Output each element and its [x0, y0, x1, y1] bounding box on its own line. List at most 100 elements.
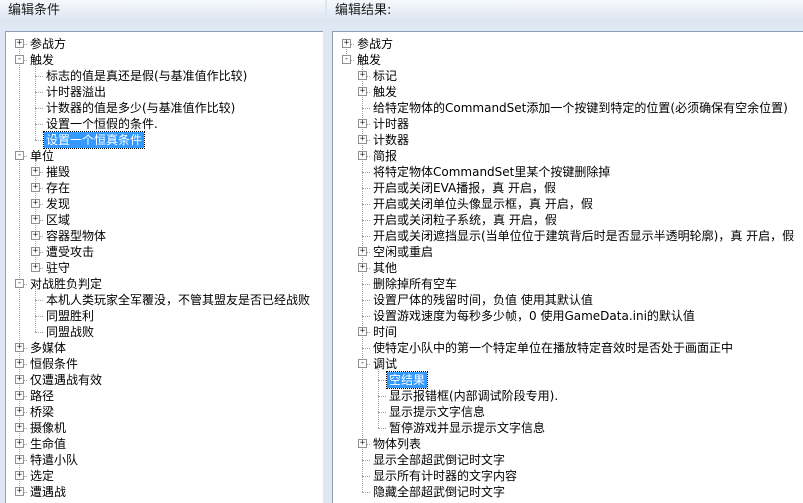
- tree-node[interactable]: + 参战方: [333, 36, 803, 52]
- expand-icon[interactable]: +: [358, 71, 367, 80]
- tree-node[interactable]: + 标记: [333, 68, 803, 84]
- tree-item-label[interactable]: 同盟胜利: [44, 308, 96, 324]
- tree-item[interactable]: 设置一个恒假的条件.: [6, 116, 323, 132]
- expand-icon[interactable]: +: [358, 87, 367, 96]
- collapse-icon[interactable]: -: [358, 359, 367, 368]
- expand-icon[interactable]: +: [15, 359, 24, 368]
- tree-item-label[interactable]: 隐藏全部超武倒记时文字: [371, 484, 507, 500]
- tree-item[interactable]: 显示全部超武倒记时文字: [333, 452, 803, 468]
- tree-node[interactable]: + 多媒体: [6, 340, 323, 356]
- tree-item-label[interactable]: 显示提示文字信息: [387, 404, 487, 420]
- tree-item[interactable]: 删除掉所有空车: [333, 276, 803, 292]
- expand-icon[interactable]: +: [31, 167, 40, 176]
- tree-item-label[interactable]: 空闲或重启: [371, 244, 435, 260]
- tree-item-label[interactable]: 多媒体: [28, 340, 68, 356]
- tree-node[interactable]: + 存在: [6, 180, 323, 196]
- tree-item[interactable]: 开启或关闭粒子系统，真 开启，假: [333, 212, 803, 228]
- tree-node[interactable]: + 触发: [333, 84, 803, 100]
- collapse-icon[interactable]: -: [342, 55, 351, 64]
- tree-item-label[interactable]: 参战方: [28, 36, 68, 52]
- expand-icon[interactable]: +: [31, 263, 40, 272]
- tree-item-label[interactable]: 驻守: [44, 260, 72, 276]
- tree-node[interactable]: + 计数器: [333, 132, 803, 148]
- tree-item-label[interactable]: 摄像机: [28, 420, 68, 436]
- tree-item-label[interactable]: 空结果: [385, 371, 429, 389]
- tree-item[interactable]: 开启或关闭遮挡显示(当单位位于建筑背后时是否显示半透明轮廓)，真 开启，假: [333, 228, 803, 244]
- expand-icon[interactable]: +: [15, 375, 24, 384]
- tree-item[interactable]: 显示所有计时器的文字内容: [333, 468, 803, 484]
- tree-item-label[interactable]: 调试: [371, 356, 399, 372]
- tree-node[interactable]: + 区域: [6, 212, 323, 228]
- expand-icon[interactable]: +: [15, 455, 24, 464]
- tree-item-label[interactable]: 恒假条件: [28, 356, 80, 372]
- tree-item-label[interactable]: 发现: [44, 196, 72, 212]
- tree-item-label[interactable]: 同盟战败: [44, 324, 96, 340]
- tree-item-label[interactable]: 参战方: [355, 36, 395, 52]
- tree-item[interactable]: 设置尸体的残留时间，负值 使用其默认值: [333, 292, 803, 308]
- tree-item-label[interactable]: 摧毁: [44, 164, 72, 180]
- tree-node[interactable]: + 计时器: [333, 116, 803, 132]
- expand-icon[interactable]: +: [358, 327, 367, 336]
- tree-item-label[interactable]: 给特定物体的CommandSet添加一个按键到特定的位置(必须确保有空余位置): [371, 100, 790, 116]
- tree-item-label[interactable]: 开启或关闭遮挡显示(当单位位于建筑背后时是否显示半透明轮廓)，真 开启，假: [371, 228, 796, 244]
- tree-item-label[interactable]: 对战胜负判定: [28, 276, 104, 292]
- tree-item-label[interactable]: 显示全部超武倒记时文字: [371, 452, 507, 468]
- results-tree[interactable]: + 参战方 - 触发 + 标记 + 触发 给特定物体的CommandSet添加一个按键到特定的位…: [332, 31, 803, 503]
- tree-item-label[interactable]: 使特定小队中的第一个特定单位在播放特定音效时是否处于画面正中: [371, 340, 735, 356]
- expand-icon[interactable]: +: [358, 263, 367, 272]
- tree-item-label[interactable]: 开启或关闭EVA播报，真 开启，假: [371, 180, 558, 196]
- tree-item-label[interactable]: 标记: [371, 68, 399, 84]
- tree-item-label[interactable]: 设置一个恒真条件: [42, 131, 146, 149]
- tree-item[interactable]: 设置游戏速度为每秒多少帧，0 使用GameData.ini的默认值: [333, 308, 803, 324]
- tree-item-label[interactable]: 时间: [371, 324, 399, 340]
- tree-node[interactable]: + 恒假条件: [6, 356, 323, 372]
- expand-icon[interactable]: +: [358, 247, 367, 256]
- tree-item-label[interactable]: 遭受攻击: [44, 244, 96, 260]
- collapse-icon[interactable]: -: [15, 279, 24, 288]
- tree-node[interactable]: + 选定: [6, 468, 323, 484]
- tree-item-label[interactable]: 计数器: [371, 132, 411, 148]
- tree-item-label[interactable]: 容器型物体: [44, 228, 108, 244]
- tree-item[interactable]: 将特定物体CommandSet里某个按键删除掉: [333, 164, 803, 180]
- tree-item-label[interactable]: 遭遇战: [28, 484, 68, 500]
- tree-item-label[interactable]: 标志的值是真还是假(与基准值作比较): [44, 68, 249, 84]
- tree-item[interactable]: 计数器的值是多少(与基准值作比较): [6, 100, 323, 116]
- tree-item[interactable]: 同盟战败: [6, 324, 323, 340]
- expand-icon[interactable]: +: [358, 135, 367, 144]
- tree-node[interactable]: - 调试: [333, 356, 803, 372]
- tree-item[interactable]: 暂停游戏并显示提示文字信息: [333, 420, 803, 436]
- conditions-tree[interactable]: + 参战方 - 触发 标志的值是真还是假(与基准值作比较) 计时器溢出 计数器的值是多少(与…: [5, 31, 323, 503]
- expand-icon[interactable]: +: [31, 231, 40, 240]
- expand-icon[interactable]: +: [15, 487, 24, 496]
- tree-item[interactable]: 显示提示文字信息: [333, 404, 803, 420]
- tree-item-label[interactable]: 区域: [44, 212, 72, 228]
- tree-item-label[interactable]: 单位: [28, 148, 56, 164]
- tree-item[interactable]: 同盟胜利: [6, 308, 323, 324]
- tree-item[interactable]: 使特定小队中的第一个特定单位在播放特定音效时是否处于画面正中: [333, 340, 803, 356]
- tree-item-label[interactable]: 特遣小队: [28, 452, 80, 468]
- expand-icon[interactable]: +: [31, 199, 40, 208]
- tree-item-label[interactable]: 设置尸体的残留时间，负值 使用其默认值: [371, 292, 595, 308]
- tree-node[interactable]: - 对战胜负判定: [6, 276, 323, 292]
- tree-node[interactable]: + 特遣小队: [6, 452, 323, 468]
- expand-icon[interactable]: +: [15, 407, 24, 416]
- expand-icon[interactable]: +: [358, 151, 367, 160]
- tree-item[interactable]: 开启或关闭EVA播报，真 开启，假: [333, 180, 803, 196]
- tree-item-label[interactable]: 计数器的值是多少(与基准值作比较): [44, 100, 237, 116]
- tree-item[interactable]: 设置一个恒真条件: [6, 131, 323, 149]
- tree-node[interactable]: + 物体列表: [333, 436, 803, 452]
- tree-node[interactable]: + 遭受攻击: [6, 244, 323, 260]
- tree-node[interactable]: + 容器型物体: [6, 228, 323, 244]
- tree-node[interactable]: - 单位: [6, 148, 323, 164]
- tree-node[interactable]: + 摄像机: [6, 420, 323, 436]
- tree-node[interactable]: + 空闲或重启: [333, 244, 803, 260]
- tree-item[interactable]: 空结果: [333, 371, 803, 389]
- tree-item[interactable]: 本机人类玩家全军覆没，不管其盟友是否已经战败: [6, 292, 323, 308]
- expand-icon[interactable]: +: [342, 39, 351, 48]
- tree-node[interactable]: + 简报: [333, 148, 803, 164]
- expand-icon[interactable]: +: [15, 39, 24, 48]
- tree-item-label[interactable]: 计时器: [371, 116, 411, 132]
- tree-item-label[interactable]: 将特定物体CommandSet里某个按键删除掉: [371, 164, 612, 180]
- tree-item-label[interactable]: 触发: [355, 52, 383, 68]
- tree-node[interactable]: + 摧毁: [6, 164, 323, 180]
